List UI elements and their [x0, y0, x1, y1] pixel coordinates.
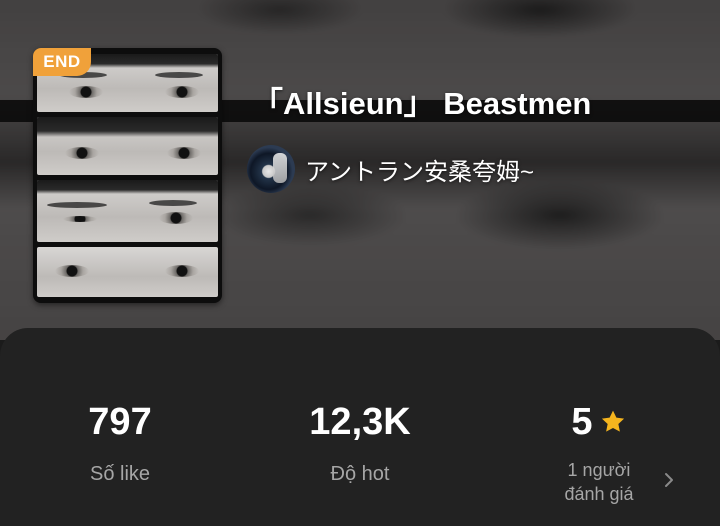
avatar[interactable] — [247, 145, 295, 193]
cover-eye — [167, 147, 201, 159]
author-name[interactable]: アントラン安桑夸姆~ — [305, 152, 534, 187]
cover-panel-3 — [37, 180, 218, 242]
stat-hot: 12,3K Độ hot — [260, 402, 460, 486]
status-badge: END — [33, 48, 91, 76]
cover-hair — [37, 117, 218, 137]
star-icon — [601, 410, 624, 432]
stat-likes: 797 Số like — [20, 402, 220, 486]
stats-panel: 797 Số like 12,3K Độ hot 5 1 người đánh … — [0, 328, 720, 526]
cover-eye — [159, 212, 193, 224]
cover-brow — [149, 200, 197, 206]
stat-rating[interactable]: 5 1 người đánh giá — [499, 402, 699, 506]
cover-panel-2 — [37, 117, 218, 175]
cover-eye — [63, 216, 97, 222]
cover-eye — [69, 86, 103, 98]
likes-count: 797 — [88, 401, 152, 443]
cover-brow — [47, 202, 107, 208]
author-link[interactable]: アントラン安桑夸姆~ — [247, 145, 534, 193]
likes-label: Số like — [89, 463, 151, 485]
cover-brow — [155, 72, 203, 78]
cover-hair — [37, 180, 218, 194]
cover-panel-4 — [37, 247, 218, 297]
cover-eye — [65, 147, 99, 159]
rating-row: 5 — [571, 402, 626, 442]
rating-value: 5 — [571, 401, 593, 443]
story-title: 「Allsieun」 Beastmen — [252, 86, 592, 121]
cover-image[interactable] — [33, 48, 222, 303]
cover-eye — [165, 86, 199, 98]
hot-label: Độ hot — [330, 463, 390, 485]
cover-eye — [55, 265, 89, 277]
cover-eye — [165, 265, 199, 277]
chevron-right-icon[interactable] — [662, 470, 676, 490]
hot-count: 12,3K — [309, 401, 411, 443]
